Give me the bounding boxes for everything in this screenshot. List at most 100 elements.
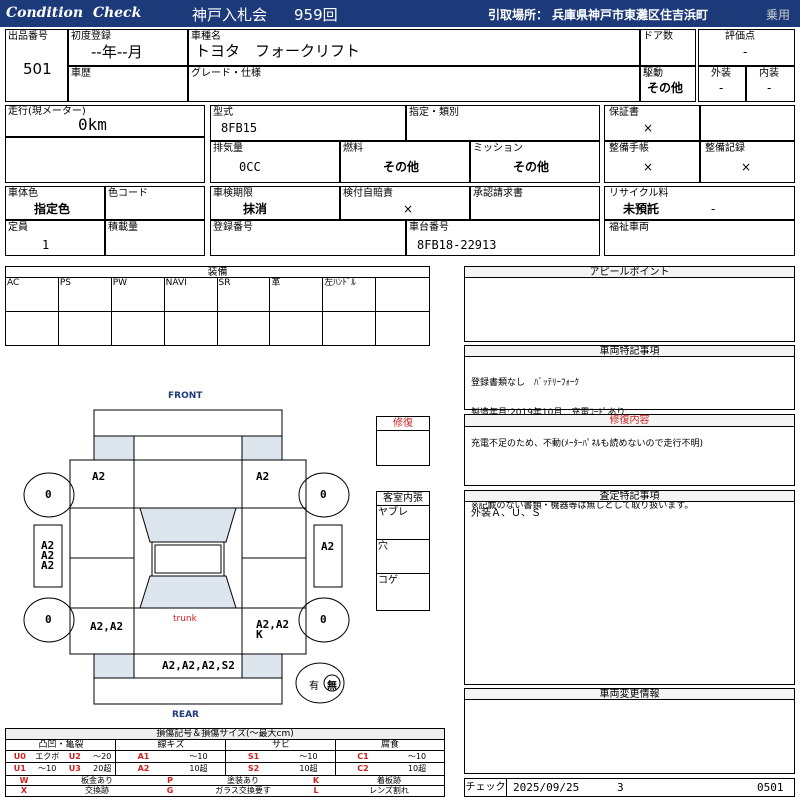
interior-label: 内装	[759, 68, 779, 79]
designation-cell: 指定・類別	[406, 105, 600, 141]
chassis-label: 車台番号	[409, 222, 449, 233]
condition-check-title: Condition Check	[6, 5, 142, 21]
legend-group-name: サビ	[226, 740, 336, 751]
type: 8FB15	[221, 121, 258, 135]
model-name-cell: 車種名 トヨタ フォークリフト	[188, 29, 640, 66]
legend-cell: S1	[247, 752, 260, 761]
body-color-cell: 車体色 指定色	[5, 186, 105, 220]
tire-rear-right-value: 0	[320, 613, 327, 626]
windshield	[139, 507, 237, 543]
legend-symbols: W 板金あり P 塗装あり K 着板跡 X 交換跡 G ガラス交換要す L レンズ割れ	[6, 776, 444, 796]
legend-symbol-row: X 交換跡 G ガラス交換要す L レンズ割れ	[6, 786, 444, 796]
legend-symbol-cell: ガラス交換要す	[215, 786, 271, 795]
front-label: FRONT	[168, 391, 203, 401]
legend-symbol-cell: 板金あり	[81, 776, 113, 785]
legend-cell: 〜10	[189, 752, 208, 761]
legend-row: S2 10超	[226, 763, 336, 775]
legend-cell: 10超	[299, 764, 318, 773]
recycle-amount: -	[711, 202, 716, 216]
score-cell: 評価点 -	[698, 29, 795, 66]
legend-symbol-cell: L	[313, 786, 319, 795]
reg-number-cell: 登録番号	[210, 220, 406, 256]
legend-cell: 〜10	[407, 752, 427, 761]
fuel: その他	[383, 160, 420, 174]
legend-cell: U1	[13, 764, 26, 773]
approval-cell: 承認請求書	[470, 186, 600, 220]
first-registration-label: 初度登録	[71, 31, 111, 42]
welfare-label: 福祉車両	[609, 222, 649, 233]
front-bumper	[93, 409, 283, 437]
appraisal-box: 査定特記事項 外装Ａ、Ｕ、Ｓ	[464, 490, 795, 685]
trunk-label: trunk	[173, 614, 197, 624]
equipment-item: PW	[112, 278, 165, 345]
maint-record-cell: 整備記録 ×	[700, 141, 795, 183]
equipment-item: 左ﾊﾝﾄﾞﾙ	[323, 278, 377, 345]
recycle-label: リサイクル料	[609, 188, 669, 199]
rear-left-corner	[93, 653, 135, 679]
tire-rear-left-value: 0	[45, 613, 52, 626]
type-cell: 型式 8FB15	[210, 105, 406, 141]
fuel-cell: 燃料 その他	[340, 141, 470, 183]
cert-cell: 検付自賠責 ×	[340, 186, 470, 220]
repair-details-box: 修復内容	[464, 414, 795, 486]
spare-present-label: 有	[309, 681, 319, 692]
cabin-title: 客室内張	[377, 492, 429, 506]
doors-label: ドア数	[643, 31, 673, 42]
chassis-number: 8FB18-22913	[417, 238, 497, 252]
legend-row: C1 〜10	[336, 751, 444, 763]
mark-right-panel: A2	[321, 540, 335, 553]
legend-symbol-cell: W	[19, 776, 29, 785]
legend-symbol-cell: 交換跡	[85, 786, 109, 795]
header-bar: Condition Check 神戸入札会 959回 引取場所： 兵庫県神戸市東…	[0, 0, 800, 27]
inspection-label: 車検期限	[213, 188, 253, 199]
doors-cell: ドア数	[640, 29, 696, 66]
legend-symbol-cell: P	[167, 776, 173, 785]
recycle: 未預託	[623, 202, 660, 216]
legend-symbol-cell: K	[312, 776, 320, 785]
displacement-label: 排気量	[213, 143, 243, 154]
legend-cell: C2	[357, 764, 369, 773]
special-notes-title: 車両特記事項	[465, 346, 794, 357]
mark-rear-right: A2,A2 K	[256, 618, 290, 641]
score-label: 評価点	[725, 31, 755, 42]
rear-window	[139, 575, 237, 609]
warranty-extra-cell	[700, 105, 795, 141]
inspection: 抹消	[243, 202, 268, 216]
capacity: 1	[42, 238, 50, 252]
repair-box: 修復	[376, 416, 430, 466]
displacement-cell: 排気量 0CC	[210, 141, 340, 183]
auction-name: 神戸入札会	[192, 6, 268, 24]
legend-cell: 〜10	[38, 764, 57, 773]
cabin-item: ヤブレ	[377, 506, 429, 540]
special-notes-box: 車両特記事項 登録書類なし ﾊﾞｯﾃﾘｰﾌｫｰｸ 製造年月:2019年10月 充…	[464, 345, 795, 511]
body-color-label: 車体色	[8, 188, 38, 199]
legend-symbol-cell: レンズ割れ	[369, 786, 409, 795]
maintenance-label: 整備手帳	[609, 143, 649, 154]
recycle-cell: リサイクル料 未預託 -	[604, 186, 795, 220]
score: -	[743, 45, 748, 59]
legend-group: 腐食 C1 〜10 C2 10超	[336, 740, 444, 776]
legend-cell: C1	[357, 752, 369, 761]
lot-number-label: 出品番号	[8, 31, 48, 42]
spare-none-label: 無	[327, 681, 337, 692]
color-code-cell: 色コード	[105, 186, 205, 220]
legend-symbol-cell: X	[20, 786, 28, 795]
legend-group: 凸凹・亀裂 U0 エクボ U2 〜20 U1 〜10 U3 20超	[6, 740, 116, 776]
mission-cell: ミッション その他	[470, 141, 600, 183]
exterior-cell: 外装 -	[698, 66, 746, 102]
legend-cell: A2	[137, 764, 150, 773]
rear-bumper	[93, 677, 283, 705]
legend-cell: A1	[137, 752, 150, 761]
mark-front-left: A2	[92, 470, 106, 483]
legend-group: 線キズ A1 〜10 A2 10超	[116, 740, 226, 776]
model-name: トヨタ フォークリフト	[195, 42, 361, 60]
displacement: 0CC	[239, 160, 261, 174]
changes-title: 車両変更情報	[465, 689, 794, 700]
rear-right-corner	[241, 653, 283, 679]
legend-symbol-cell: 着板跡	[377, 776, 401, 785]
legend-row: S1 〜10	[226, 751, 336, 763]
legend-cell: U3	[68, 764, 81, 773]
cert-label: 検付自賠責	[343, 188, 393, 199]
legend-cell: エクボ	[35, 752, 60, 761]
appeal-title: アピールポイント	[465, 267, 794, 278]
